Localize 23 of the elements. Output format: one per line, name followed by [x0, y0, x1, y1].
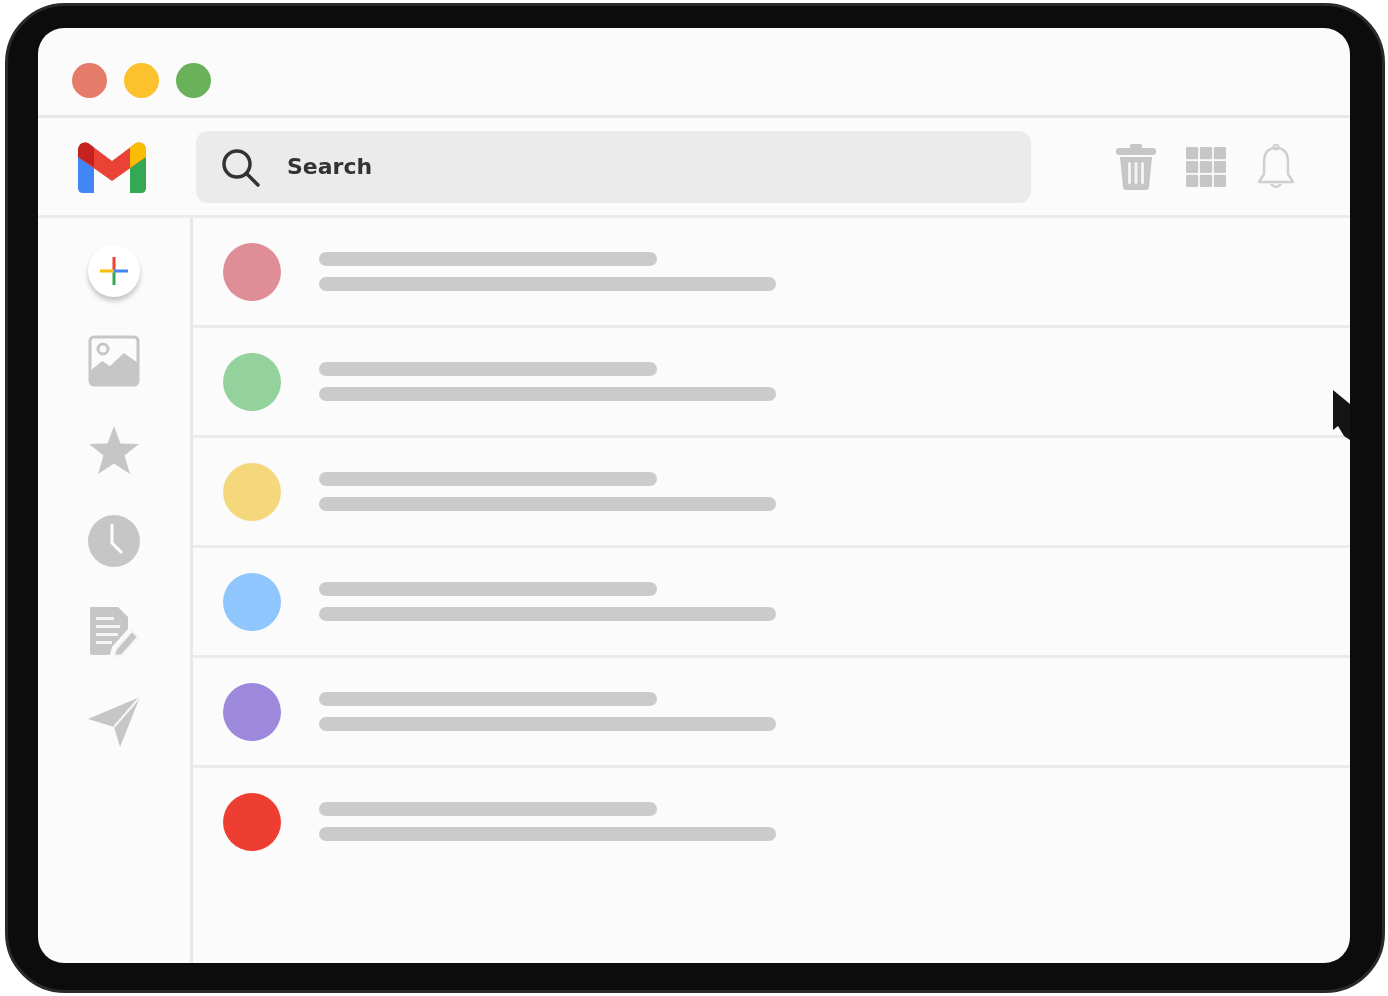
- drafts-button[interactable]: [88, 605, 140, 657]
- app-logo: [78, 140, 146, 193]
- photos-button[interactable]: [88, 335, 140, 387]
- trash-button[interactable]: [1116, 143, 1156, 190]
- search-field[interactable]: Search: [196, 130, 1031, 203]
- plus-icon: [100, 257, 128, 285]
- bell-icon: [1256, 143, 1296, 190]
- paper-plane-icon: [88, 695, 140, 747]
- search-icon: [221, 147, 261, 188]
- image-icon: [88, 335, 140, 387]
- snoozed-button[interactable]: [88, 515, 140, 567]
- clock-icon: [88, 515, 140, 567]
- document-pencil-icon: [88, 605, 140, 657]
- cursor-icon: [1332, 390, 1350, 440]
- window-button[interactable]: [72, 63, 107, 98]
- star-icon: [88, 425, 140, 477]
- trash-icon: [1116, 143, 1156, 190]
- notifications-button[interactable]: [1256, 143, 1296, 190]
- starred-button[interactable]: [88, 425, 140, 477]
- window-button[interactable]: [124, 63, 159, 98]
- window-button[interactable]: [176, 63, 211, 98]
- compose-button[interactable]: [88, 245, 140, 297]
- send-button[interactable]: [88, 695, 140, 747]
